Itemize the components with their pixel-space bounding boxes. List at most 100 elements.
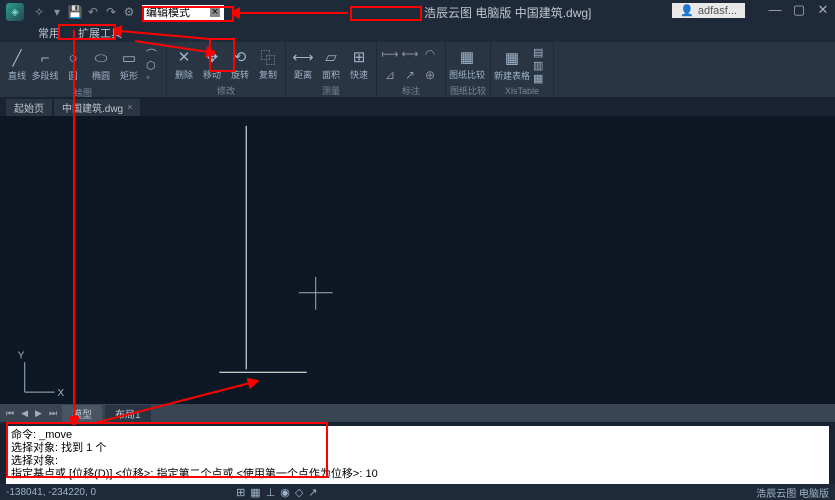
dim-tool-3[interactable]: ◠ (421, 47, 439, 61)
tab-drawing[interactable]: 中国建筑.dwg× (54, 99, 140, 116)
tool-area[interactable]: ▱面积 (318, 44, 344, 84)
tool-quick[interactable]: ⊞快速 (346, 44, 372, 84)
tool-distance[interactable]: ⟷距离 (290, 44, 316, 84)
menu-extend-tools[interactable]: 扩展工具 (70, 23, 130, 43)
user-badge[interactable]: 👤 adfasf... (672, 3, 745, 18)
mode-label: 编辑模式 (146, 4, 190, 20)
cmd-line-3: 选择对象: (11, 455, 824, 468)
qat-save-icon[interactable]: 💾 (68, 5, 82, 19)
polar-toggle[interactable]: ◉ (280, 486, 290, 499)
qat-undo-icon[interactable]: ↶ (86, 5, 100, 19)
tool-rect[interactable]: ▭矩形 (116, 45, 142, 85)
tool-newtable[interactable]: ▦新建表格 (495, 45, 529, 85)
tool-move[interactable]: ✥移动 (199, 44, 225, 84)
ortho-toggle[interactable]: ⊥ (266, 486, 276, 499)
ribbon-group-measure: ⟷距离 ▱面积 ⊞快速 测量 (286, 42, 377, 97)
area-icon: ▱ (325, 47, 337, 67)
grid-toggle[interactable]: ▦ (250, 486, 260, 499)
menu-tabs: 常用 扩展工具 (0, 24, 835, 42)
qat-open-icon[interactable]: ▾ (50, 5, 64, 19)
small-tool-2[interactable]: ⬡ (146, 59, 160, 71)
tab-layout1[interactable]: 布局1 (105, 405, 151, 422)
tool-rotate[interactable]: ⟲旋转 (227, 44, 253, 84)
ribbon-group-modify: ✕删除 ✥移动 ⟲旋转 ⿻复制 修改 (167, 42, 286, 97)
ribbon-group-draw: ╱直线 ⌐多段线 ○圆 ⬭椭圆 ▭矩形 ⌒ ⬡ ◦ 绘图 (0, 42, 167, 97)
layout-nav-prev[interactable]: ◀ (19, 408, 30, 419)
close-button[interactable]: ✕ (815, 2, 831, 18)
maximize-button[interactable]: ▢ (791, 2, 807, 18)
mode-close-icon[interactable]: × (210, 7, 220, 17)
quick-access-toolbar: ✧ ▾ 💾 ↶ ↷ ⚙ (32, 5, 136, 19)
tool-circle[interactable]: ○圆 (60, 45, 86, 85)
document-tabs: 起始页 中国建筑.dwg× (0, 98, 835, 116)
polyline-icon: ⌐ (41, 48, 50, 68)
tool-line[interactable]: ╱直线 (4, 45, 30, 85)
layout-nav-first[interactable]: ⏮ (4, 408, 16, 419)
menu-common[interactable]: 常用 (30, 23, 68, 43)
mode-dropdown[interactable]: 编辑模式 × (142, 5, 224, 20)
group-label-draw: 绘图 (4, 86, 162, 97)
small-tool-3[interactable]: ◦ (146, 72, 160, 84)
status-toggles: ⊞ ▦ ⊥ ◉ ◇ ↗ (236, 486, 318, 499)
osnap-toggle[interactable]: ◇ (295, 486, 303, 499)
minimize-button[interactable]: — (767, 2, 783, 18)
tool-polyline[interactable]: ⌐多段线 (32, 45, 58, 85)
dim-tool-1[interactable]: ⟼ (381, 47, 399, 61)
tab-start[interactable]: 起始页 (6, 99, 52, 116)
snap-toggle[interactable]: ⊞ (236, 486, 245, 499)
qat-redo-icon[interactable]: ↷ (104, 5, 118, 19)
window-controls: — ▢ ✕ (767, 2, 831, 18)
group-label-modify: 修改 (171, 84, 281, 95)
tab-model[interactable]: 模型 (62, 405, 102, 422)
coordinates: -138041, -234220, 0 (6, 487, 96, 498)
ribbon: ╱直线 ⌐多段线 ○圆 ⬭椭圆 ▭矩形 ⌒ ⬡ ◦ 绘图 ✕删除 ✥移动 ⟲旋转… (0, 42, 835, 98)
ribbon-group-table: ▦新建表格 ▤ ▥ ▦ XlsTable (491, 42, 554, 97)
user-icon: 👤 (680, 4, 694, 17)
table-small-tools: ▤ ▥ ▦ (531, 44, 549, 86)
drawing-canvas[interactable]: X Y (0, 116, 835, 404)
copy-icon: ⿻ (260, 47, 275, 67)
tool-copy[interactable]: ⿻复制 (255, 44, 281, 84)
rect-icon: ▭ (122, 48, 136, 68)
layout-tabs: ⏮ ◀ ▶ ⏭ 模型 布局1 (0, 404, 835, 422)
group-label-compare: 图纸比较 (450, 84, 486, 95)
ellipse-icon: ⬭ (95, 48, 108, 68)
compare-icon: ▦ (460, 47, 474, 67)
tool-ellipse[interactable]: ⬭椭圆 (88, 45, 114, 85)
dim-tool-5[interactable]: ↗ (401, 68, 419, 82)
table-icon: ▦ (505, 48, 519, 68)
tab-close-icon[interactable]: × (127, 102, 132, 112)
command-window[interactable]: 命令: _move 选择对象: 找到 1 个 选择对象: 指定基点或 [位移(D… (6, 426, 829, 484)
tool-compare[interactable]: ▦图纸比较 (450, 44, 484, 84)
delete-icon: ✕ (178, 47, 191, 67)
status-right: 浩辰云图 电脑版 (756, 485, 829, 500)
tool-delete[interactable]: ✕删除 (171, 44, 197, 84)
qat-new-icon[interactable]: ✧ (32, 5, 46, 19)
small-tool-1[interactable]: ⌒ (146, 46, 160, 58)
app-logo-icon: ◈ (6, 3, 24, 21)
title-bar: ◈ ✧ ▾ 💾 ↶ ↷ ⚙ 编辑模式 × 浩辰云图 电脑版 中国建筑.dwg] … (0, 0, 835, 24)
circle-icon: ○ (68, 48, 77, 68)
cmd-line-1: 命令: _move (11, 429, 824, 442)
distance-icon: ⟷ (292, 47, 314, 67)
track-toggle[interactable]: ↗ (308, 486, 317, 499)
layout-nav-last[interactable]: ⏭ (47, 408, 59, 419)
cmd-line-2: 选择对象: 找到 1 个 (11, 442, 824, 455)
line-icon: ╱ (12, 48, 21, 68)
app-title: 浩辰云图 电脑版 中国建筑.dwg] (424, 4, 591, 21)
ucs-y-label: Y (18, 350, 25, 361)
table-tool-1[interactable]: ▤ (533, 46, 547, 58)
group-label-measure: 测量 (290, 84, 372, 95)
status-bar: -138041, -234220, 0 ⊞ ▦ ⊥ ◉ ◇ ↗ 浩辰云图 电脑版 (0, 484, 835, 500)
table-tool-3[interactable]: ▦ (533, 72, 547, 84)
dim-tool-6[interactable]: ⊕ (421, 68, 439, 82)
layout-nav-next[interactable]: ▶ (33, 408, 44, 419)
table-tool-2[interactable]: ▥ (533, 59, 547, 71)
dim-tool-4[interactable]: ⊿ (381, 68, 399, 82)
dim-tool-2[interactable]: ⟷ (401, 47, 419, 61)
ribbon-group-compare: ▦图纸比较 图纸比较 (446, 42, 491, 97)
qat-settings-icon[interactable]: ⚙ (122, 5, 136, 19)
cmd-line-4: 指定基点或 [位移(D)] <位移>: 指定第二个点或 <使用第一个点作为位移>… (11, 468, 824, 481)
draw-small-tools: ⌒ ⬡ ◦ (144, 44, 162, 86)
move-icon: ✥ (206, 47, 219, 67)
